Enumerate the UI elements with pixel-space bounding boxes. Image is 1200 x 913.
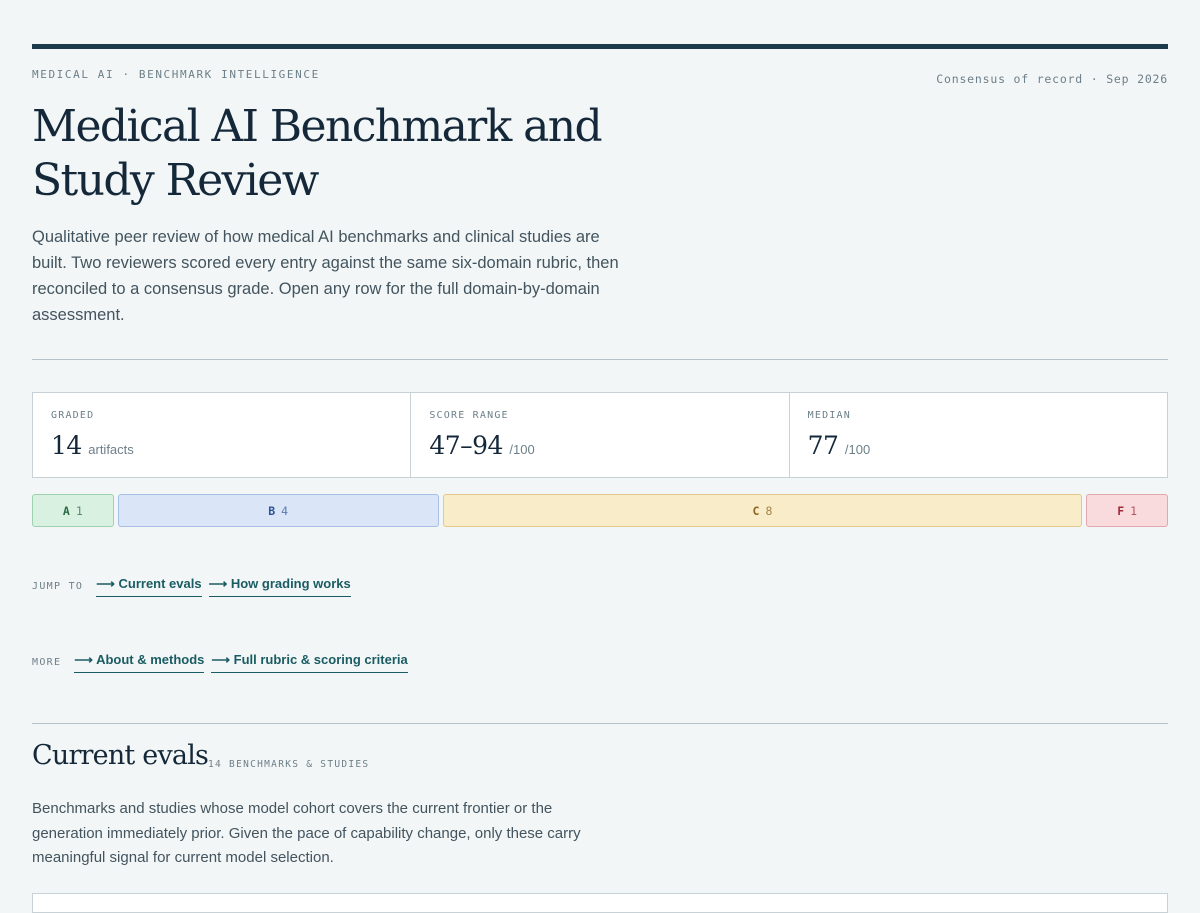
page-title: Medical AI Benchmark and Study Review: [32, 101, 603, 206]
stat-label: SCORE RANGE: [429, 410, 509, 421]
section-count: 14 BENCHMARKS & STUDIES: [208, 759, 370, 770]
grade-segment-c[interactable]: C 8: [442, 494, 1083, 527]
grade-segment-f[interactable]: F 1: [1086, 494, 1169, 527]
link-about-methods[interactable]: ⟶ About & methods: [74, 652, 205, 673]
stat-score-range: SCORE RANGE 47–94 /100: [411, 393, 790, 477]
stats-panel: GRADED 14 artifacts SCORE RANGE 47–94 /1…: [32, 392, 1168, 478]
consensus-record: Consensus of record · Sep 2026: [936, 72, 1168, 86]
grade-count: 4: [281, 503, 289, 518]
jump-to-nav: JUMP TO ⟶ Current evals ⟶ How grading wo…: [32, 576, 358, 597]
link-how-grading-works[interactable]: ⟶ How grading works: [208, 576, 351, 597]
page: MEDICAL AI · BENCHMARK INTELLIGENCE Cons…: [32, 0, 1169, 913]
evals-table: [32, 893, 1168, 913]
section-description: Benchmarks and studies whose model cohor…: [32, 800, 581, 866]
stat-median: MEDIAN 77 /100: [790, 393, 1167, 477]
link-full-rubric[interactable]: ⟶ Full rubric & scoring criteria: [211, 652, 408, 673]
stat-label: GRADED: [51, 410, 95, 421]
stat-value: 47–94: [429, 431, 503, 460]
grade-segment-b[interactable]: B 4: [117, 494, 439, 527]
grade-letter: A: [62, 503, 70, 518]
section-title: Current evals: [32, 740, 209, 771]
grade-count: 8: [765, 503, 773, 518]
divider: [32, 359, 1168, 360]
stat-unit: artifacts: [88, 442, 134, 457]
stat-graded: GRADED 14 artifacts: [33, 393, 412, 477]
grade-letter: B: [268, 503, 276, 518]
top-accent-bar: [32, 44, 1168, 49]
grade-distribution: A 1 B 4 C 8 F 1: [32, 494, 1169, 527]
more-label: MORE: [32, 657, 62, 668]
grade-count: 1: [75, 503, 83, 518]
stat-unit: /100: [509, 442, 535, 457]
grade-count: 1: [1130, 503, 1138, 518]
grade-letter: C: [752, 503, 760, 518]
stat-value: 77: [807, 431, 839, 460]
divider: [32, 723, 1168, 724]
page-lede: Qualitative peer review of how medical A…: [32, 228, 619, 324]
jump-to-label: JUMP TO: [32, 581, 84, 592]
eyebrow: MEDICAL AI · BENCHMARK INTELLIGENCE: [32, 68, 320, 81]
stat-value: 14: [51, 431, 82, 460]
link-current-evals[interactable]: ⟶ Current evals: [96, 576, 202, 597]
grade-letter: F: [1117, 503, 1125, 518]
grade-segment-a[interactable]: A 1: [32, 494, 114, 527]
more-nav: MORE ⟶ About & methods ⟶ Full rubric & s…: [32, 652, 415, 673]
stat-unit: /100: [844, 442, 871, 457]
stat-label: MEDIAN: [807, 410, 851, 421]
